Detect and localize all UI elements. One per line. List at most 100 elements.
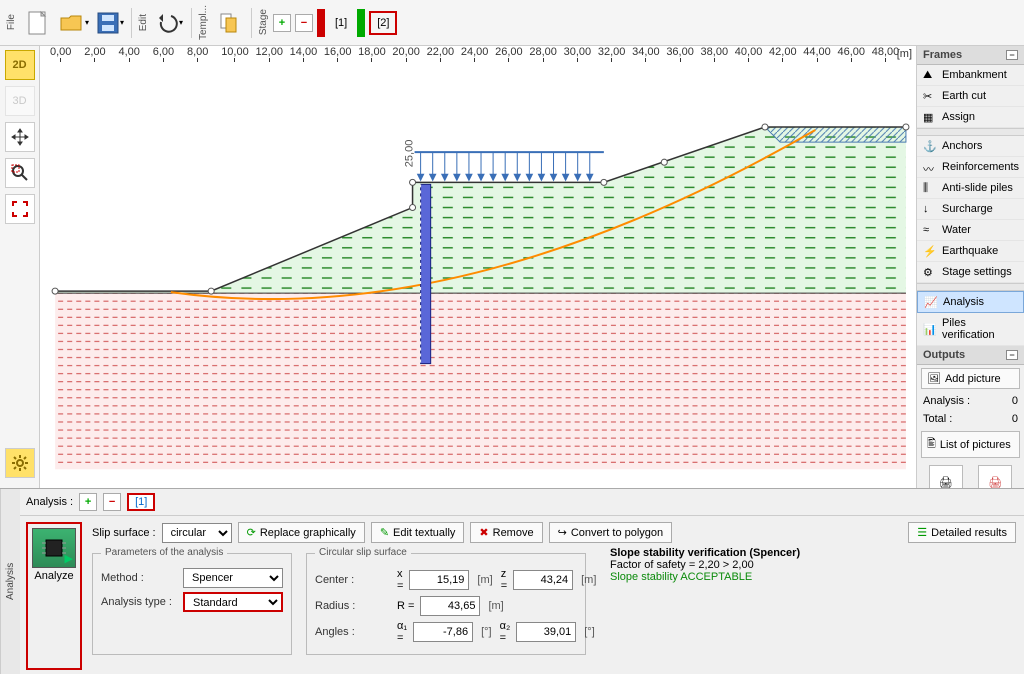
- frame-item-earthquake[interactable]: ⚡Earthquake: [917, 241, 1024, 262]
- unit-deg: [°]: [582, 626, 597, 638]
- view-2d-button[interactable]: 2D: [5, 50, 35, 80]
- dim-label: 25,00: [404, 140, 416, 168]
- edit-textually-button[interactable]: ✎Edit textually: [371, 522, 465, 543]
- frame-icon: ▦: [923, 111, 937, 123]
- settings-button[interactable]: [5, 448, 35, 478]
- frame-item-assign[interactable]: ▦Assign: [917, 107, 1024, 128]
- add-picture-button[interactable]: 🖼Add picture: [921, 368, 1020, 389]
- stage-1-color: [317, 9, 325, 37]
- replace-graphically-button[interactable]: ⟳Replace graphically: [238, 522, 365, 543]
- pan-button[interactable]: [5, 122, 35, 152]
- frame-icon: ≈: [923, 224, 937, 236]
- r-label: R =: [397, 600, 414, 612]
- frames-header: Frames−: [917, 46, 1024, 65]
- frame-icon: ⚡: [923, 245, 937, 257]
- analyze-block: Analyze: [26, 522, 82, 670]
- x-label: x =: [397, 568, 403, 592]
- fit-view-button[interactable]: [5, 194, 35, 224]
- center-z-input[interactable]: [513, 570, 573, 590]
- file-tab[interactable]: File: [4, 10, 19, 34]
- view-3d-button[interactable]: 3D: [5, 86, 35, 116]
- magnifier-icon: [11, 164, 29, 182]
- results-icon: ☰: [917, 526, 927, 539]
- analysis-number[interactable]: [1]: [127, 493, 155, 511]
- undo-button[interactable]: ▾: [153, 6, 187, 40]
- result-fos: Factor of safety = 2,20 > 2,00: [610, 559, 754, 571]
- outputs-analysis-row: Analysis :0: [917, 392, 1024, 410]
- outputs-header: Outputs−: [917, 346, 1024, 365]
- fit-icon: [11, 200, 29, 218]
- frame-item-water[interactable]: ≈Water: [917, 220, 1024, 241]
- center-label: Center :: [315, 574, 391, 586]
- templates-button[interactable]: [213, 6, 247, 40]
- alpha1-input[interactable]: [413, 622, 473, 642]
- templates-tab[interactable]: Templ...: [196, 1, 211, 44]
- open-file-button[interactable]: ▾: [57, 6, 91, 40]
- a2-label: α₂ =: [500, 620, 511, 644]
- list-of-pictures-button[interactable]: 🖺List of pictures: [921, 431, 1020, 458]
- slip-surface-label: Slip surface :: [92, 527, 156, 539]
- frame-item-anchors[interactable]: ⚓Anchors: [917, 136, 1024, 157]
- stage-tab[interactable]: Stage: [256, 5, 271, 39]
- undo-icon: [157, 12, 179, 34]
- gear-icon: [11, 454, 29, 472]
- stage-2-color: [357, 9, 365, 37]
- ruler-unit: [m]: [897, 48, 912, 60]
- unit-m: [m]: [579, 574, 598, 586]
- convert-to-polygon-button[interactable]: ↪Convert to polygon: [549, 522, 673, 543]
- printer-color-icon: 🖨: [988, 476, 1002, 489]
- edit-tab[interactable]: Edit: [136, 10, 151, 35]
- circular-title: Circular slip surface: [315, 547, 411, 558]
- zoom-button[interactable]: [5, 158, 35, 188]
- remove-button[interactable]: ✖Remove: [470, 522, 542, 543]
- frame-icon: ⚓: [923, 140, 937, 152]
- stage-2-button[interactable]: [2]: [369, 11, 397, 35]
- printer-icon: 🖨: [939, 476, 953, 489]
- stage-1-button[interactable]: [1]: [329, 13, 353, 33]
- analysis-remove-button[interactable]: −: [103, 493, 121, 511]
- unit-deg: [°]: [479, 626, 494, 638]
- frame-item-anti-slide-piles[interactable]: ⫼Anti-slide piles: [917, 178, 1024, 199]
- remove-stage-button[interactable]: −: [295, 14, 313, 32]
- frame-icon: ✂: [923, 90, 937, 102]
- collapse-frames-button[interactable]: −: [1006, 50, 1018, 60]
- templates-icon: [219, 12, 241, 34]
- parameters-title: Parameters of the analysis: [101, 547, 227, 558]
- unit-m: [m]: [486, 600, 505, 612]
- frame-item-reinforcements[interactable]: 〰Reinforcements: [917, 157, 1024, 178]
- analysis-add-button[interactable]: +: [79, 493, 97, 511]
- new-file-button[interactable]: [21, 6, 55, 40]
- frame-item-earth-cut[interactable]: ✂Earth cut: [917, 86, 1024, 107]
- frame-item-embankment[interactable]: ⛰Embankment: [917, 65, 1024, 86]
- method-label: Method :: [101, 572, 177, 584]
- radius-input[interactable]: [420, 596, 480, 616]
- frame-item-analysis[interactable]: 📈Analysis: [917, 291, 1024, 313]
- analysis-vtab[interactable]: Analysis: [0, 489, 20, 674]
- separator: [191, 8, 192, 38]
- left-toolbar: 2D 3D: [0, 46, 40, 488]
- frame-item-piles-verification[interactable]: 📊Piles verification: [917, 313, 1024, 346]
- frame-item-stage-settings[interactable]: ⚙Stage settings: [917, 262, 1024, 283]
- result-title: Slope stability verification (Spencer): [610, 547, 800, 559]
- analyze-button[interactable]: [32, 528, 76, 568]
- analysis-type-select[interactable]: Standard: [183, 592, 283, 612]
- slip-surface-select[interactable]: circular: [162, 523, 232, 543]
- save-button[interactable]: ▾: [93, 6, 127, 40]
- frame-icon: ↓: [923, 203, 937, 215]
- chip-icon: [42, 536, 66, 560]
- circular-fieldset: Circular slip surface Center : x = [m] z…: [306, 553, 586, 655]
- model-canvas[interactable]: 25,00: [40, 68, 916, 488]
- parameters-fieldset: Parameters of the analysis Method :Spenc…: [92, 553, 292, 655]
- method-select[interactable]: Spencer: [183, 568, 283, 588]
- frame-icon: ⫼: [923, 182, 937, 194]
- frame-item-surcharge[interactable]: ↓Surcharge: [917, 199, 1024, 220]
- detailed-results-button[interactable]: ☰Detailed results: [908, 522, 1016, 543]
- center-x-input[interactable]: [409, 570, 469, 590]
- frame-icon: ⚙: [923, 266, 937, 278]
- add-stage-button[interactable]: +: [273, 14, 291, 32]
- alpha2-input[interactable]: [516, 622, 576, 642]
- analysis-toolbar: Analysis : + − [1]: [20, 489, 1024, 516]
- frame-icon: 📈: [924, 296, 938, 308]
- collapse-outputs-button[interactable]: −: [1006, 350, 1018, 360]
- list-icon: 🖺: [927, 435, 936, 454]
